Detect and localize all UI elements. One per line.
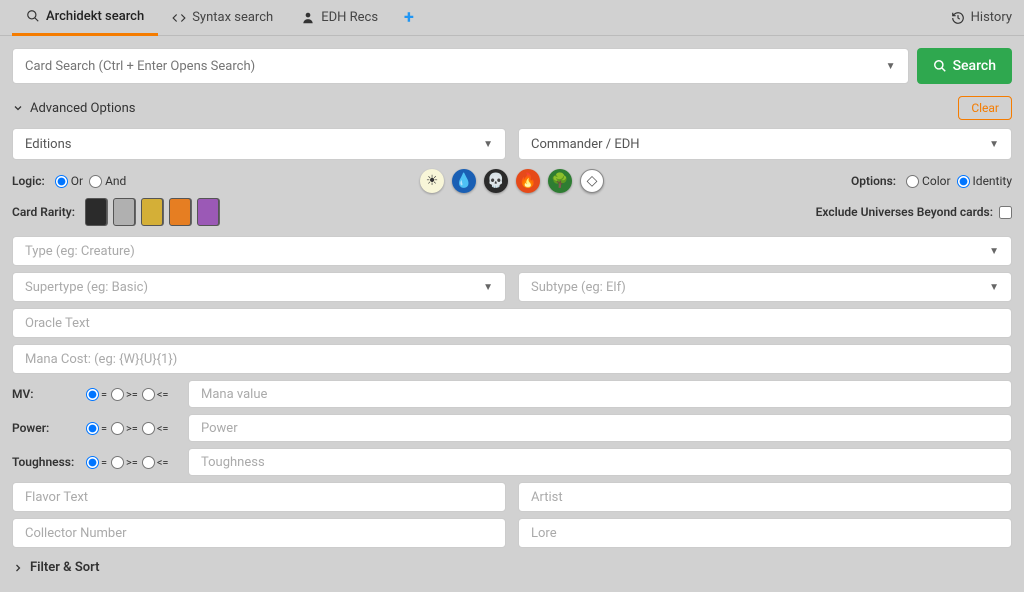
exclude-ub-label: Exclude Universes Beyond cards: [816, 205, 993, 219]
options-color-radio[interactable]: Color [906, 174, 950, 188]
power-eq-radio[interactable]: = [86, 422, 107, 435]
tab-label: Syntax search [192, 10, 273, 25]
tough-gte-radio[interactable]: >= [111, 456, 138, 469]
mv-input-wrap[interactable] [188, 380, 1012, 408]
power-input[interactable] [201, 421, 999, 436]
chevron-down-icon: ▼ [483, 282, 493, 293]
filter-sort-toggle[interactable]: Filter & Sort [0, 554, 1024, 581]
mana-white-icon[interactable]: ☀ [420, 169, 444, 193]
advanced-options-label: Advanced Options [30, 101, 135, 116]
oracle-input[interactable] [25, 316, 999, 331]
filter-sort-label: Filter & Sort [30, 560, 100, 575]
collector-input[interactable] [25, 526, 493, 541]
mana-blue-icon[interactable]: 💧 [452, 169, 476, 193]
subtype-select[interactable]: ▼ [518, 272, 1012, 302]
search-button-label: Search [953, 58, 996, 74]
editions-select[interactable]: Editions ▼ [12, 128, 506, 160]
supertype-input[interactable] [25, 280, 483, 295]
chevron-down-icon [12, 102, 24, 114]
exclude-ub-checkbox[interactable] [999, 206, 1012, 219]
oracle-text-field[interactable] [12, 308, 1012, 338]
collector-number-field[interactable] [12, 518, 506, 548]
tough-eq-radio[interactable]: = [86, 456, 107, 469]
person-icon [301, 11, 315, 25]
tab-syntax-search[interactable]: Syntax search [158, 0, 287, 36]
mana-red-icon[interactable]: 🔥 [516, 169, 540, 193]
mana-color-row: ☀ 💧 💀 🔥 🌳 ◇ [420, 169, 604, 193]
history-label: History [971, 10, 1012, 25]
tab-label: EDH Recs [321, 10, 378, 25]
chevron-down-icon: ▼ [989, 282, 999, 293]
mv-gte-radio[interactable]: >= [111, 388, 138, 401]
search-icon [933, 59, 947, 73]
rarity-rare-icon[interactable] [141, 198, 163, 226]
clear-button[interactable]: Clear [958, 96, 1012, 120]
tab-edh-recs[interactable]: EDH Recs [287, 0, 392, 36]
card-search-input-wrap[interactable]: ▼ [12, 48, 909, 84]
supertype-select[interactable]: ▼ [12, 272, 506, 302]
mv-lte-radio[interactable]: <= [142, 388, 169, 401]
mana-cost-field[interactable] [12, 344, 1012, 374]
search-button[interactable]: Search [917, 48, 1012, 84]
logic-and-radio[interactable]: And [89, 174, 126, 188]
power-gte-radio[interactable]: >= [111, 422, 138, 435]
search-icon [26, 9, 40, 23]
mana-cost-input[interactable] [25, 352, 999, 367]
toughness-label: Toughness: [12, 455, 80, 469]
tab-label: Archidekt search [46, 9, 144, 24]
mv-label: MV: [12, 387, 80, 401]
mv-input[interactable] [201, 387, 999, 402]
mana-colorless-icon[interactable]: ◇ [580, 169, 604, 193]
tab-archidekt-search[interactable]: Archidekt search [12, 0, 158, 36]
rarity-mythic-icon[interactable] [169, 198, 191, 226]
options-title: Options: [851, 174, 896, 188]
chevron-right-icon [12, 562, 24, 574]
rarity-special-icon[interactable] [197, 198, 219, 226]
tough-lte-radio[interactable]: <= [142, 456, 169, 469]
flavor-input[interactable] [25, 490, 493, 505]
lore-field[interactable] [518, 518, 1012, 548]
mv-eq-radio[interactable]: = [86, 388, 107, 401]
artist-input[interactable] [531, 490, 999, 505]
flavor-text-field[interactable] [12, 482, 506, 512]
code-icon [172, 11, 186, 25]
rarity-uncommon-icon[interactable] [113, 198, 135, 226]
history-button[interactable]: History [951, 10, 1012, 25]
advanced-options-toggle[interactable]: Advanced Options [12, 101, 135, 116]
options-identity-radio[interactable]: Identity [957, 174, 1012, 188]
toughness-input[interactable] [201, 455, 999, 470]
artist-field[interactable] [518, 482, 1012, 512]
chevron-down-icon: ▼ [886, 61, 896, 72]
chevron-down-icon: ▼ [989, 139, 999, 150]
mana-green-icon[interactable]: 🌳 [548, 169, 572, 193]
subtype-input[interactable] [531, 280, 989, 295]
lore-input[interactable] [531, 526, 999, 541]
logic-title: Logic: [12, 174, 45, 188]
format-select[interactable]: Commander / EDH ▼ [518, 128, 1012, 160]
type-select[interactable]: ▼ [12, 236, 1012, 266]
format-label: Commander / EDH [531, 137, 640, 152]
power-label: Power: [12, 421, 80, 435]
chevron-down-icon: ▼ [989, 246, 999, 257]
power-lte-radio[interactable]: <= [142, 422, 169, 435]
rarity-common-icon[interactable] [85, 198, 107, 226]
card-search-input[interactable] [25, 59, 886, 74]
history-icon [951, 11, 965, 25]
logic-or-radio[interactable]: Or [55, 174, 83, 188]
editions-label: Editions [25, 137, 71, 152]
power-input-wrap[interactable] [188, 414, 1012, 442]
card-rarity-label: Card Rarity: [12, 205, 75, 219]
chevron-down-icon: ▼ [483, 139, 493, 150]
mana-black-icon[interactable]: 💀 [484, 169, 508, 193]
add-tab-button[interactable]: + [392, 7, 426, 28]
type-input[interactable] [25, 244, 989, 259]
toughness-input-wrap[interactable] [188, 448, 1012, 476]
